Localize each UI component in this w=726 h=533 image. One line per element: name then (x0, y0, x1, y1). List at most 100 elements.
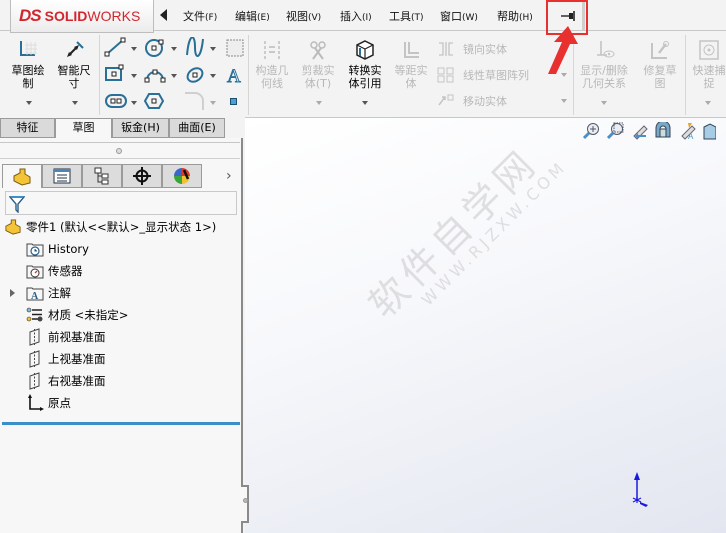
move-entities-icon (438, 94, 454, 106)
tab-surfaces[interactable]: 曲面(E) (169, 118, 225, 138)
menu-view[interactable]: 视图(V) (286, 8, 321, 24)
move-dropdown-icon[interactable] (561, 99, 567, 103)
view-orientation-icon[interactable]: A (678, 122, 696, 140)
mirror-icon (439, 42, 453, 56)
slot-dropdown-icon[interactable] (131, 101, 137, 105)
rectangle-dropdown-icon[interactable] (131, 74, 137, 78)
convert-label-1: 转换实 (348, 64, 382, 77)
polygon-tool-icon[interactable] (144, 92, 164, 110)
smart-dimension-icon (67, 41, 84, 57)
relations-label-2: 几何关系 (582, 77, 626, 90)
tab-sketch[interactable]: 草图 (55, 118, 112, 138)
menu-label: 文件 (183, 10, 205, 23)
point-tool-icon[interactable] (230, 98, 237, 105)
repair-sketch-button[interactable]: 修复草 图 (640, 39, 680, 90)
filter-funnel-icon[interactable] (9, 195, 25, 213)
relations-dropdown-icon[interactable] (601, 101, 607, 105)
mirror-entities-button[interactable]: 镜向实体 (437, 41, 507, 57)
feature-tree-filter[interactable] (5, 191, 237, 215)
convert-entities-button[interactable]: 转换实 体引用 (344, 39, 386, 90)
tree-item-top-plane[interactable]: 上视基准面 (26, 350, 106, 368)
pin-menu-icon[interactable] (561, 11, 577, 21)
tab-feature-manager[interactable] (2, 164, 42, 188)
zoom-to-fit-icon[interactable] (582, 122, 600, 140)
panel-splitter-handle[interactable] (116, 148, 122, 154)
section-view-icon[interactable] (654, 122, 672, 140)
quick-snap-dropdown-icon[interactable] (705, 101, 711, 105)
menu-collapse-arrow-icon[interactable] (160, 9, 167, 21)
repair-sketch-icon (651, 41, 669, 59)
menu-edit[interactable]: 编辑(E) (235, 8, 270, 24)
tree-item-label: 原点 (48, 396, 71, 410)
tab-display-manager[interactable] (162, 164, 202, 188)
smart-dim-dropdown-icon[interactable] (72, 101, 78, 105)
tree-item-annotations[interactable]: A 注解 (26, 284, 71, 302)
sketch-picture-icon[interactable] (225, 38, 245, 58)
solidworks-logo[interactable]: DS SOLID WORKS (10, 0, 154, 33)
line-tool-icon[interactable] (104, 37, 126, 57)
rectangle-tool-icon[interactable] (104, 64, 126, 84)
smart-dim-label-2: 寸 (68, 77, 80, 90)
smart-dimension-button[interactable]: 智能尺 寸 (54, 39, 94, 90)
sketch-icon (20, 41, 37, 56)
menu-label: 帮助 (497, 10, 519, 23)
tree-item-label: 传感器 (48, 264, 83, 278)
tab-property-manager[interactable] (42, 164, 82, 188)
display-style-icon[interactable] (702, 122, 716, 140)
circle-dropdown-icon[interactable] (171, 47, 177, 51)
text-tool-icon[interactable]: A (225, 65, 245, 86)
tree-item-origin[interactable]: 原点 (26, 394, 71, 412)
line-dropdown-icon[interactable] (131, 47, 137, 51)
trim-entities-button[interactable]: 剪裁实 体(T) (298, 39, 338, 90)
menu-help[interactable]: 帮助(H) (497, 8, 533, 24)
linear-pattern-button[interactable]: 线性草图阵列 (437, 67, 529, 83)
menu-tools[interactable]: 工具(T) (389, 8, 424, 24)
ellipse-tool-icon[interactable] (185, 65, 205, 85)
trim-scissors-icon (310, 41, 326, 60)
menu-key: (F) (205, 13, 218, 23)
slot-tool-icon[interactable] (104, 92, 128, 110)
spline-dropdown-icon[interactable] (210, 47, 216, 51)
menu-insert[interactable]: 插入(I) (340, 8, 372, 24)
tree-item-sensors[interactable]: 传感器 (26, 262, 83, 280)
panel-collapse-handle[interactable] (241, 485, 249, 523)
move-entities-button[interactable]: 移动实体 (437, 93, 507, 109)
menu-window[interactable]: 窗口(W) (440, 8, 478, 24)
arc-tool-icon[interactable] (144, 65, 166, 85)
appearance-ball-icon (174, 168, 190, 184)
more-tabs-chevron-icon[interactable]: › (226, 168, 232, 184)
spline-tool-icon[interactable] (185, 37, 205, 57)
panel-collapse-grip-icon[interactable] (243, 498, 248, 503)
arc-dropdown-icon[interactable] (171, 74, 177, 78)
offset-entities-button[interactable]: 等距实 体 (391, 39, 431, 90)
previous-view-icon[interactable] (630, 122, 648, 140)
menu-file[interactable]: 文件(F) (183, 8, 217, 24)
tab-label: 草图 (72, 121, 95, 134)
tree-root-part[interactable]: 零件1 (默认<<默认>_显示状态 1>) (4, 218, 216, 236)
ellipse-dropdown-icon[interactable] (210, 74, 216, 78)
brand-light: WORKS (87, 8, 141, 24)
quick-snaps-button[interactable]: 快速捕 捉 (689, 39, 726, 90)
part-name-label: 零件1 (默认<<默认>_显示状态 1>) (26, 220, 217, 234)
fillet-dropdown-icon[interactable] (210, 101, 216, 105)
circle-tool-icon[interactable] (144, 38, 166, 58)
tab-sheet-metal[interactable]: 钣金(H) (112, 118, 169, 138)
tree-item-front-plane[interactable]: 前视基准面 (26, 328, 106, 346)
convert-dropdown-icon[interactable] (362, 101, 368, 105)
tab-configuration-manager[interactable] (82, 164, 122, 188)
tab-dimxpert-manager[interactable] (122, 164, 162, 188)
plane-icon (26, 372, 44, 390)
expand-arrow-icon[interactable] (10, 289, 15, 297)
graphics-area[interactable] (245, 117, 726, 533)
tab-features[interactable]: 特征 (0, 118, 55, 138)
sketch-dropdown-icon[interactable] (26, 101, 32, 105)
trim-dropdown-icon[interactable] (316, 101, 322, 105)
rollback-bar[interactable] (2, 422, 240, 425)
construction-geometry-button[interactable]: 构造几 何线 (252, 39, 292, 90)
fillet-tool-icon[interactable] (183, 90, 205, 110)
zoom-to-area-icon[interactable] (606, 122, 624, 140)
tree-item-right-plane[interactable]: 右视基准面 (26, 372, 106, 390)
tree-item-history[interactable]: History (26, 240, 89, 258)
sketch-button[interactable]: 草图绘 制 (8, 39, 48, 90)
tree-item-material[interactable]: 材质 <未指定> (26, 306, 128, 324)
